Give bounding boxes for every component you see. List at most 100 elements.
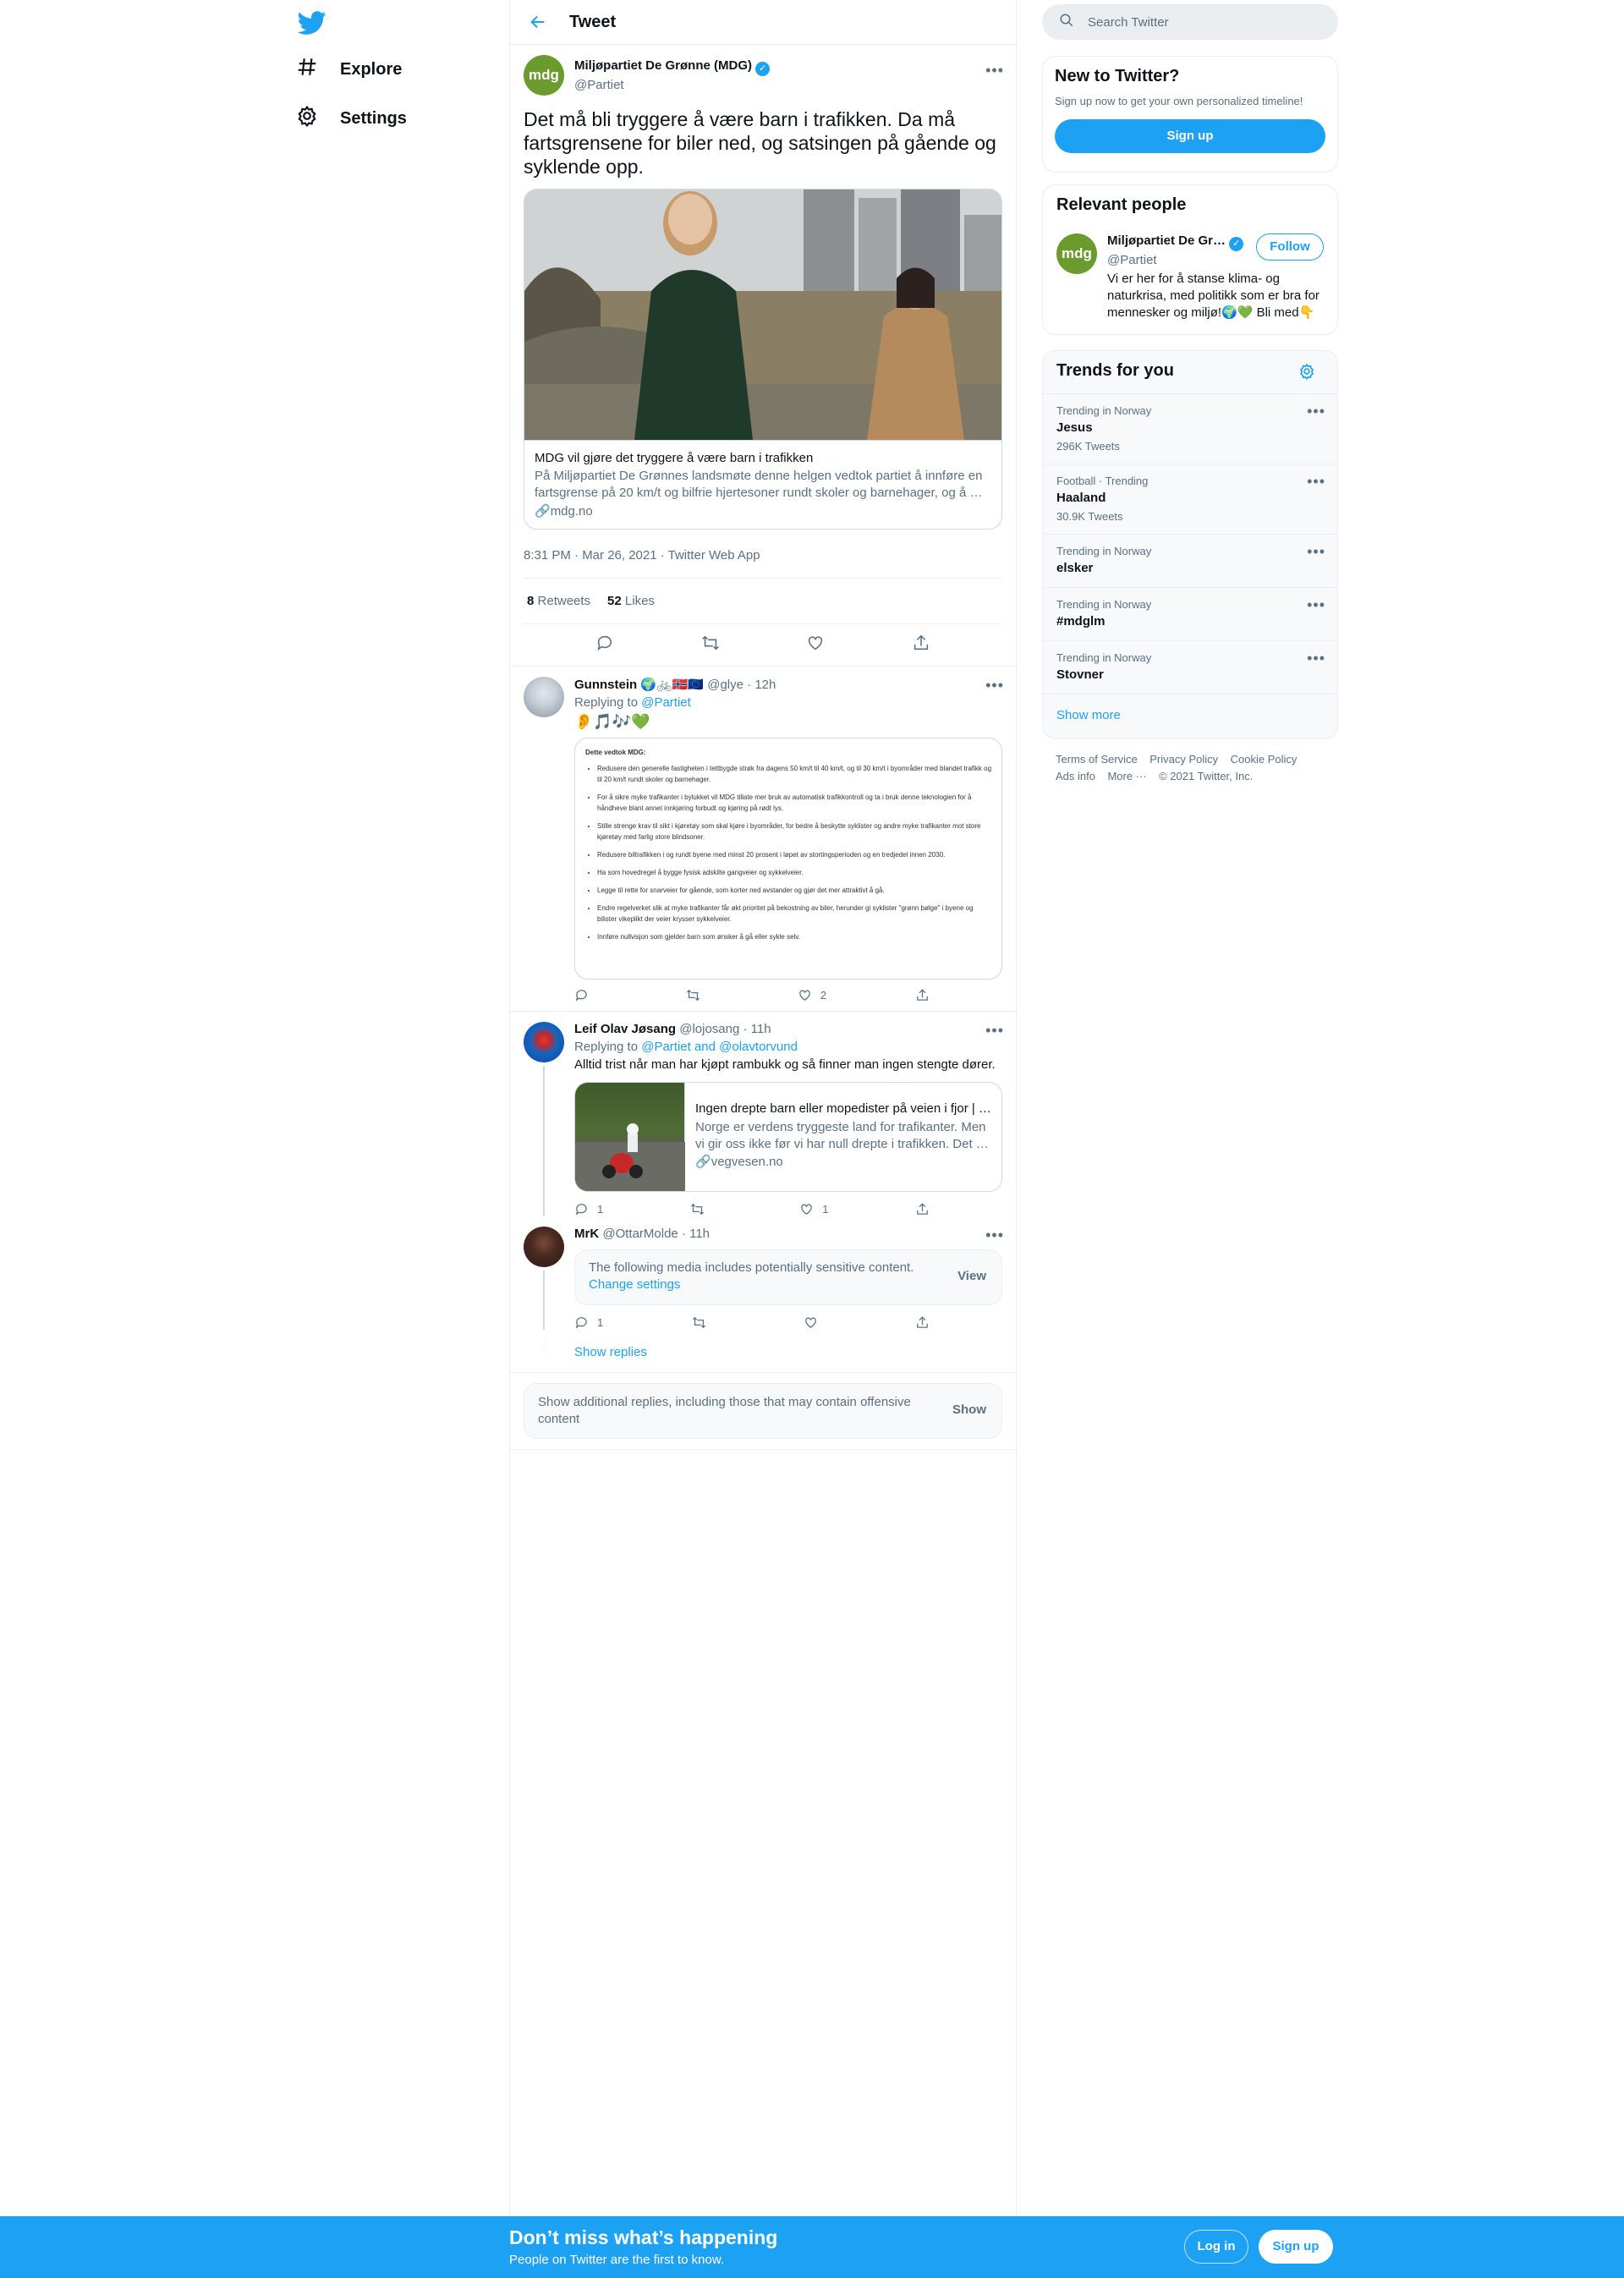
footer-link[interactable]: Cookie Policy bbox=[1231, 753, 1298, 766]
login-button[interactable]: Log in bbox=[1184, 2230, 1248, 2264]
doc-bullets: Redusere den generelle fastigheten i tet… bbox=[585, 763, 991, 942]
reply-author-name[interactable]: MrK bbox=[574, 1227, 599, 1241]
trend-item[interactable]: Trending in Norway Jesus 296K Tweets ••• bbox=[1043, 393, 1337, 464]
retweet-button[interactable] bbox=[692, 1315, 715, 1330]
author-handle[interactable]: @Partiet bbox=[574, 78, 770, 92]
replying-prefix: Replying to bbox=[574, 695, 639, 710]
replying-to-link[interactable]: @Partiet and @olavtorvund bbox=[641, 1040, 798, 1054]
back-arrow-icon[interactable] bbox=[517, 13, 559, 31]
reply-button[interactable] bbox=[574, 988, 597, 1002]
more-icon[interactable]: ••• bbox=[985, 1022, 1004, 1040]
relevant-people-title: Relevant people bbox=[1056, 195, 1187, 214]
reply-author-name[interactable]: Gunnstein bbox=[574, 678, 637, 692]
footer-link[interactable]: More ··· bbox=[1107, 770, 1146, 782]
retweet-button[interactable] bbox=[686, 988, 709, 1002]
more-icon[interactable]: ••• bbox=[1307, 403, 1325, 420]
share-button[interactable] bbox=[915, 1202, 930, 1216]
attached-image[interactable]: Dette vedtok MDG: Redusere den generelle… bbox=[574, 738, 1002, 980]
view-button[interactable]: View bbox=[957, 1269, 986, 1283]
doc-bullet: Ha som hovedregel å bygge fysisk adskilt… bbox=[597, 867, 991, 878]
reply-actions: 2 bbox=[574, 988, 930, 1002]
reply-handle[interactable]: @lojosang bbox=[679, 1022, 739, 1036]
reply-author-name[interactable]: Leif Olav Jøsang bbox=[574, 1022, 676, 1036]
person-name[interactable]: Miljøpartiet De Gr… bbox=[1107, 233, 1226, 248]
show-button[interactable]: Show bbox=[952, 1402, 986, 1417]
reply-button[interactable]: 1 bbox=[574, 1315, 603, 1330]
main-tweet: mdg Miljøpartiet De Grønne (MDG) ✓ @Part… bbox=[510, 45, 1016, 667]
more-icon[interactable]: ••• bbox=[1307, 596, 1325, 614]
card-domain: vegvesen.no bbox=[710, 1155, 783, 1169]
show-more-row[interactable]: Show more bbox=[1043, 694, 1337, 738]
author-name[interactable]: Miljøpartiet De Grønne (MDG) bbox=[574, 58, 752, 73]
avatar[interactable]: mdg bbox=[524, 55, 564, 96]
reply-tweet[interactable]: Gunnstein 🌍🚲🇳🇴🇪🇺 @glye · 12h Replying to… bbox=[510, 667, 1016, 1012]
reply-button[interactable]: 1 bbox=[574, 1202, 603, 1216]
reply-time[interactable]: 11h bbox=[751, 1022, 771, 1036]
like-icon[interactable] bbox=[806, 634, 825, 656]
follow-button[interactable]: Follow bbox=[1256, 233, 1324, 261]
reply-tweet[interactable]: Leif Olav Jøsang @lojosang · 11h Replyin… bbox=[510, 1012, 1016, 1223]
trend-category: Football · Trending bbox=[1056, 475, 1149, 487]
person-handle[interactable]: @Partiet bbox=[1107, 253, 1243, 267]
nav-explore[interactable]: Explore bbox=[296, 51, 402, 88]
new-to-twitter-panel: New to Twitter? Sign up now to get your … bbox=[1042, 56, 1338, 173]
additional-replies-text: Show additional replies, including those… bbox=[538, 1395, 911, 1426]
relevant-person[interactable]: mdg Miljøpartiet De Gr… ✓ @Partiet Follo… bbox=[1056, 233, 1324, 321]
signup-button[interactable]: Sign up bbox=[1055, 119, 1325, 153]
avatar[interactable] bbox=[524, 1227, 564, 1267]
retweets-stat[interactable]: 8 Retweets bbox=[527, 594, 590, 608]
trend-item[interactable]: Trending in Norway #mdglm ••• bbox=[1043, 587, 1337, 640]
more-icon[interactable]: ••• bbox=[985, 1227, 1004, 1244]
nav-settings[interactable]: Settings bbox=[296, 100, 407, 137]
thread-line bbox=[543, 1271, 545, 1330]
avatar[interactable]: mdg bbox=[1056, 233, 1097, 274]
reply-handle[interactable]: @OttarMolde bbox=[602, 1227, 678, 1241]
show-replies-link[interactable]: Show replies bbox=[574, 1345, 647, 1359]
bottom-signup-bar: Don’t miss what’s happening People on Tw… bbox=[0, 2216, 1624, 2278]
footer-link[interactable]: Terms of Service bbox=[1056, 753, 1138, 766]
gear-icon[interactable] bbox=[1298, 363, 1315, 384]
reply-tweet[interactable]: MrK @OttarMolde · 11h The following medi… bbox=[510, 1223, 1016, 1333]
trend-item[interactable]: Trending in Norway Stovner ••• bbox=[1043, 640, 1337, 694]
show-more-link[interactable]: Show more bbox=[1056, 708, 1121, 722]
likes-label: Likes bbox=[624, 594, 655, 608]
share-icon[interactable] bbox=[912, 634, 930, 656]
like-button[interactable] bbox=[804, 1315, 826, 1330]
retweet-icon[interactable] bbox=[701, 634, 720, 656]
more-icon[interactable]: ••• bbox=[1307, 473, 1325, 491]
trend-item[interactable]: Trending in Norway elsker ••• bbox=[1043, 534, 1337, 587]
trend-item[interactable]: Football · Trending Haaland 30.9K Tweets… bbox=[1043, 464, 1337, 534]
share-button[interactable] bbox=[915, 988, 930, 1002]
search-input[interactable]: Search Twitter bbox=[1088, 15, 1169, 30]
share-button[interactable] bbox=[915, 1315, 930, 1330]
additional-replies[interactable]: Show additional replies, including those… bbox=[524, 1383, 1002, 1439]
avatar[interactable] bbox=[524, 677, 564, 717]
link-card[interactable]: Ingen drepte barn eller mopedister på ve… bbox=[574, 1082, 1002, 1192]
change-settings-link[interactable]: Change settings bbox=[589, 1277, 988, 1292]
retweet-button[interactable] bbox=[690, 1202, 713, 1216]
likes-stat[interactable]: 52 Likes bbox=[607, 594, 655, 608]
more-icon[interactable]: ••• bbox=[985, 677, 1004, 694]
like-button[interactable]: 1 bbox=[799, 1202, 828, 1216]
reply-icon[interactable] bbox=[595, 634, 614, 656]
footer-link[interactable]: Ads info bbox=[1056, 770, 1095, 782]
footer-link[interactable]: Privacy Policy bbox=[1149, 753, 1218, 766]
avatar[interactable] bbox=[524, 1022, 564, 1062]
reply-time[interactable]: 11h bbox=[689, 1227, 710, 1241]
trend-category: Trending in Norway bbox=[1056, 598, 1152, 611]
link-card[interactable]: MDG vil gjøre det tryggere å være barn i… bbox=[524, 189, 1002, 530]
like-button[interactable]: 2 bbox=[798, 988, 826, 1002]
trend-name: #mdglm bbox=[1056, 614, 1106, 629]
reply-handle[interactable]: @glye bbox=[707, 678, 743, 692]
more-icon[interactable]: ••• bbox=[1307, 543, 1325, 561]
twitter-logo-icon[interactable] bbox=[297, 8, 326, 37]
doc-bullet: For å sikre myke trafikanter i bylukket … bbox=[597, 792, 991, 814]
replying-to-link[interactable]: @Partiet bbox=[641, 695, 691, 710]
more-icon[interactable]: ••• bbox=[1307, 650, 1325, 667]
search-bar[interactable]: Search Twitter bbox=[1042, 4, 1338, 40]
doc-bullet: Endre regelverket slik at myke trafikant… bbox=[597, 903, 991, 925]
more-icon[interactable]: ••• bbox=[985, 62, 1004, 80]
card-description: Norge er verdens tryggeste land for traf… bbox=[695, 1120, 989, 1151]
reply-time[interactable]: 12h bbox=[754, 678, 776, 692]
bottom-signup-button[interactable]: Sign up bbox=[1259, 2230, 1333, 2264]
